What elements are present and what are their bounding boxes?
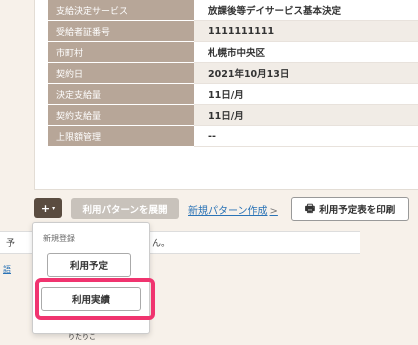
row-value: 1111111111 [194, 20, 418, 42]
table-row: 上限額管理 -- [48, 125, 418, 147]
printer-icon: 🖶 [304, 201, 316, 215]
highlight-box [35, 278, 155, 320]
footer-text: りたりこ [68, 333, 96, 341]
row-value: 11日/月 [194, 104, 418, 126]
background-link[interactable]: 語 [3, 264, 11, 275]
row-value: 札幌市中央区 [194, 41, 418, 63]
background-text-suffix: ん。 [152, 239, 171, 249]
row-label: 決定支給量 [48, 83, 194, 105]
new-pattern-link[interactable]: 新規パターン作成 > [188, 202, 278, 217]
background-text-prefix: 予 [6, 239, 16, 249]
table-row: 支給決定サービス 放課後等デイサービス基本決定 [48, 0, 418, 21]
new-pattern-label: 新規パターン作成 [188, 206, 268, 217]
contract-info-table: 支給決定サービス 放課後等デイサービス基本決定 受給者証番号 111111111… [48, 0, 418, 147]
row-label: 契約日 [48, 62, 194, 84]
row-value: 放課後等デイサービス基本決定 [194, 0, 418, 21]
row-label: 市町村 [48, 41, 194, 63]
chevron-right-icon: > [269, 206, 278, 217]
menu-header: 新規登録 [43, 234, 75, 243]
row-value: 11日/月 [194, 83, 418, 105]
menu-item-usage-plan[interactable]: 利用予定 [47, 253, 131, 277]
print-label: 利用予定表を印刷 [319, 205, 396, 216]
row-value: -- [194, 125, 418, 147]
add-dropdown-button[interactable]: + ▾ [34, 198, 62, 218]
row-label: 契約支給量 [48, 104, 194, 126]
table-row: 契約日 2021年10月13日 [48, 62, 418, 84]
row-label: 支給決定サービス [48, 0, 194, 21]
row-value: 2021年10月13日 [194, 62, 418, 84]
row-label: 上限額管理 [48, 125, 194, 147]
row-label: 受給者証番号 [48, 20, 194, 42]
table-row: 市町村 札幌市中央区 [48, 41, 418, 63]
table-row: 受給者証番号 1111111111 [48, 20, 418, 42]
table-row: 契約支給量 11日/月 [48, 104, 418, 126]
caret-down-icon: ▾ [52, 204, 56, 212]
table-row: 決定支給量 11日/月 [48, 83, 418, 105]
expand-pattern-button[interactable]: 利用パターンを展開 [71, 198, 179, 219]
plus-icon: + [40, 201, 51, 215]
print-schedule-button[interactable]: 🖶 利用予定表を印刷 [291, 197, 409, 221]
